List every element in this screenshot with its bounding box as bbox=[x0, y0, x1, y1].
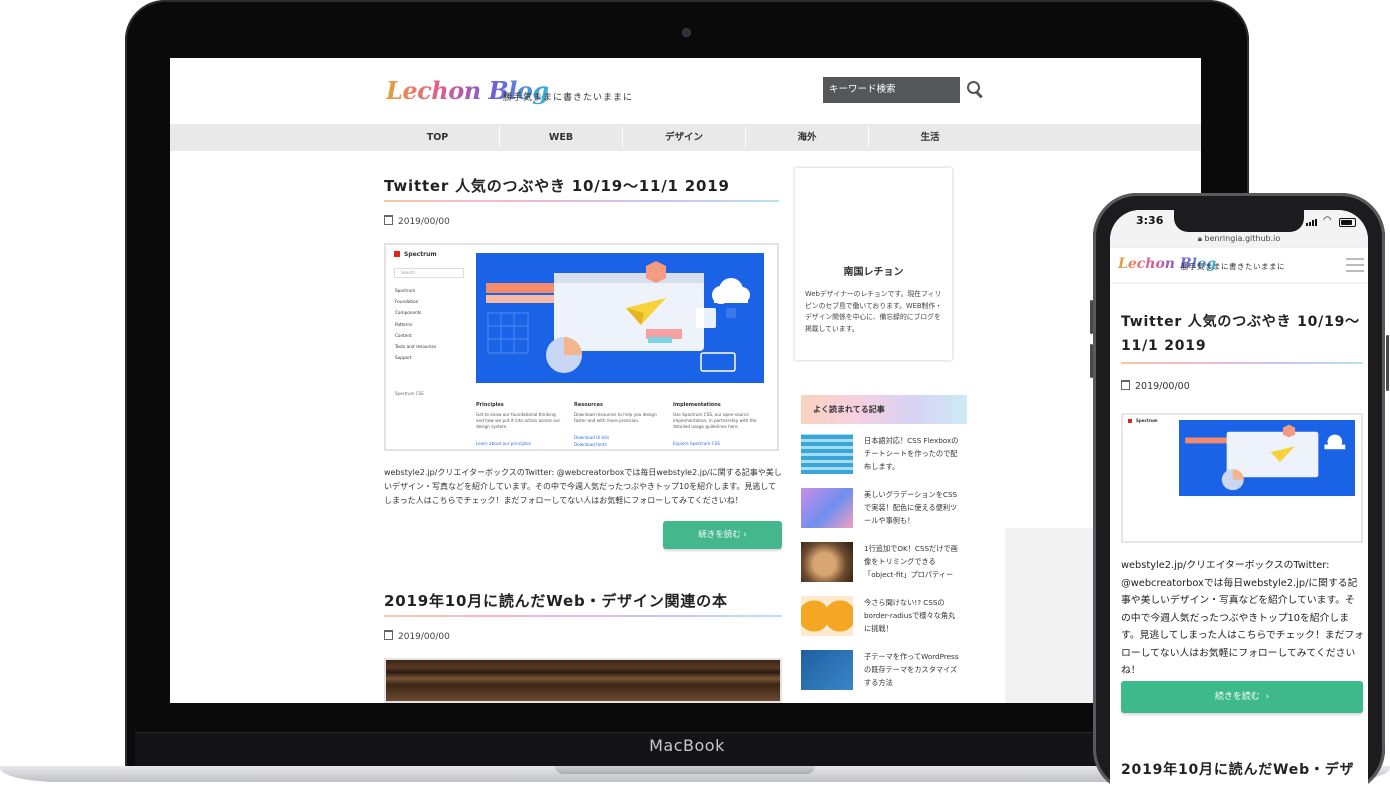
thumb-col-text: Use Spectrum CSS, our open-source implem… bbox=[673, 412, 757, 429]
phone-volume-button bbox=[1090, 300, 1093, 334]
thumb-footer: Spectrum CSS bbox=[395, 391, 424, 396]
popular-item-text[interactable]: 子テーマを作ってWordPressの既存テーマをカスタマイズする方法 bbox=[864, 650, 962, 689]
post-title[interactable]: Twitter 人気のつぶやき 10/19〜11/1 2019 bbox=[384, 175, 730, 196]
laptop-camera bbox=[682, 28, 691, 37]
hamburger-menu-icon[interactable] bbox=[1346, 258, 1364, 272]
post-title[interactable]: 2019年10月に読んだWeb・デザイン関連の本 bbox=[384, 590, 728, 611]
thumb-col-heading: Principles bbox=[476, 402, 504, 408]
thumb-menu-item: Foundation bbox=[395, 299, 419, 304]
post-thumbnail[interactable]: Spectrum Search Spectrum Foundation Comp… bbox=[384, 243, 779, 451]
thumb-hero-illustration bbox=[476, 253, 764, 383]
post-thumbnail[interactable]: Spectrum bbox=[1121, 413, 1363, 543]
post-date-text: 2019/00/00 bbox=[398, 632, 450, 642]
title-underline bbox=[384, 615, 782, 617]
popular-thumbnail[interactable] bbox=[801, 542, 853, 582]
title-underline bbox=[1121, 362, 1363, 364]
next-post-title[interactable]: 2019年10月に読んだWeb・デザ bbox=[1121, 759, 1368, 779]
thumb-search: Search bbox=[394, 268, 464, 278]
phone-notch bbox=[1174, 210, 1304, 232]
phone-site-header: Lechon Blog 勝手気ままに書きたいままに bbox=[1110, 248, 1368, 282]
browser-url[interactable]: 🔒︎ benringia.github.io bbox=[1110, 234, 1368, 244]
read-more-button[interactable]: 続きを読む › bbox=[663, 521, 782, 549]
laptop-screen: Lechon Blog 勝手気ままに書きたいままに キーワード検索 TOP WE… bbox=[170, 58, 1201, 703]
thumb-col-heading: Implementations bbox=[673, 402, 721, 408]
nav-item-overseas[interactable]: 海外 bbox=[746, 124, 868, 151]
read-more-label: 続きを読む bbox=[698, 530, 741, 540]
popular-item-text[interactable]: 美しいグラデーションをCSSで実装！配色に使える便利ツールや事例も！ bbox=[864, 488, 962, 527]
chevron-right-icon: › bbox=[743, 530, 747, 540]
thumb-menu-item: Spectrum bbox=[395, 288, 416, 293]
thumb-hero-illustration bbox=[1179, 420, 1355, 496]
phone-screen: 3:36 ◠ 🔒︎ benringia.github.io Lechon Blo… bbox=[1110, 210, 1368, 793]
nav-item-top[interactable]: TOP bbox=[376, 124, 499, 151]
thumb-menu-item: Tools and resources bbox=[395, 344, 437, 349]
nav-item-web[interactable]: WEB bbox=[500, 124, 622, 151]
wifi-icon: ◠ bbox=[1323, 215, 1332, 226]
post-title[interactable]: Twitter 人気のつぶやき 10/19〜11/1 2019 bbox=[1121, 310, 1361, 358]
post-excerpt: webstyle2.jp/クリエイターボックスのTwitter: @webcre… bbox=[1121, 560, 1364, 676]
popular-item-text[interactable]: 日本語対応！CSS Flexboxのチートシートを作ったので配布します。 bbox=[864, 434, 962, 473]
lock-icon: 🔒︎ bbox=[1197, 234, 1202, 243]
search-icon[interactable] bbox=[965, 79, 985, 99]
thumb-col-link: Download fonts bbox=[574, 442, 607, 447]
post-date: 2019/00/00 bbox=[384, 630, 450, 642]
thumb-brand: Spectrum bbox=[394, 251, 437, 258]
thumb-menu-item: Support bbox=[395, 355, 412, 360]
post-date-text: 2019/00/00 bbox=[398, 217, 450, 227]
profile-card: 南国レチョン Webデザイナーのレチョンです。現在フィリピンのセブ島で働いており… bbox=[795, 168, 952, 360]
thumb-col-link: Explore Spectrum CSS bbox=[673, 441, 720, 446]
post-date: 2019/00/00 bbox=[384, 215, 450, 227]
adobe-logo-icon bbox=[1128, 419, 1132, 423]
search-input[interactable]: キーワード検索 bbox=[823, 77, 960, 103]
post-excerpt: webstyle2.jp/クリエイターボックスのTwitter: @webcre… bbox=[384, 468, 782, 505]
popular-item-text[interactable]: 1行追加でOK！CSSだけで画像をトリミングできる「object-fit」プロパ… bbox=[864, 542, 962, 581]
thumb-col-text: Get to know our foundational thinking an… bbox=[476, 412, 561, 429]
profile-bio: Webデザイナーのレチョンです。現在フィリピンのセブ島で働いております。WEB制… bbox=[805, 290, 942, 333]
calendar-icon bbox=[1121, 380, 1130, 390]
site-tagline: 勝手気ままに書きたいままに bbox=[1181, 262, 1285, 271]
status-time: 3:36 bbox=[1136, 214, 1164, 227]
thumb-menu-item: Patterns bbox=[395, 322, 413, 327]
thumb-menu-item: Content bbox=[395, 333, 412, 338]
title-underline bbox=[384, 200, 779, 202]
laptop-opening-notch bbox=[555, 766, 815, 774]
adobe-logo-icon bbox=[394, 251, 400, 257]
thumb-brand: Spectrum bbox=[1128, 418, 1158, 423]
nav-item-life[interactable]: 生活 bbox=[869, 124, 991, 151]
phone-side-button bbox=[1386, 335, 1389, 391]
thumb-col-link: Download UI kits bbox=[574, 435, 610, 440]
site-tagline: 勝手気ままに書きたいままに bbox=[503, 93, 634, 103]
popular-thumbnail[interactable] bbox=[801, 434, 853, 474]
read-more-button[interactable]: 続きを読む › bbox=[1121, 681, 1363, 713]
popular-thumbnail[interactable] bbox=[801, 596, 853, 636]
read-more-label: 続きを読む bbox=[1214, 692, 1260, 702]
popular-posts-heading: よく読まれてる記事 bbox=[801, 395, 967, 424]
site-header: Lechon Blog 勝手気ままに書きたいままに キーワード検索 bbox=[170, 58, 1201, 124]
main-nav: TOP WEB デザイン 海外 生活 bbox=[170, 124, 1201, 151]
profile-name: 南国レチョン bbox=[843, 267, 904, 278]
nav-item-design[interactable]: デザイン bbox=[623, 124, 745, 151]
post-thumbnail-books[interactable] bbox=[384, 658, 782, 703]
chevron-right-icon: › bbox=[1265, 692, 1270, 702]
calendar-icon bbox=[384, 630, 393, 640]
popular-thumbnail[interactable] bbox=[801, 650, 853, 690]
thumb-col-link: Learn about our principles bbox=[476, 441, 531, 446]
phone-status-bar: 3:36 ◠ 🔒︎ benringia.github.io bbox=[1110, 210, 1368, 248]
thumb-col-heading: Resources bbox=[574, 402, 604, 408]
battery-icon bbox=[1339, 218, 1356, 227]
popular-thumbnail[interactable] bbox=[801, 488, 853, 528]
signal-icon bbox=[1306, 219, 1318, 226]
thumb-col-text: Download resources to help you design fa… bbox=[574, 412, 657, 423]
thumb-menu-item: Components bbox=[395, 310, 422, 315]
post-date: 2019/00/00 bbox=[1121, 380, 1190, 392]
popular-item-text[interactable]: 今さら聞けない!? CSSのborder-radiusで様々な角丸に挑戦！ bbox=[864, 596, 962, 635]
phone-volume-button bbox=[1090, 344, 1093, 378]
laptop-brand-label: MacBook bbox=[649, 736, 725, 755]
calendar-icon bbox=[384, 215, 393, 225]
